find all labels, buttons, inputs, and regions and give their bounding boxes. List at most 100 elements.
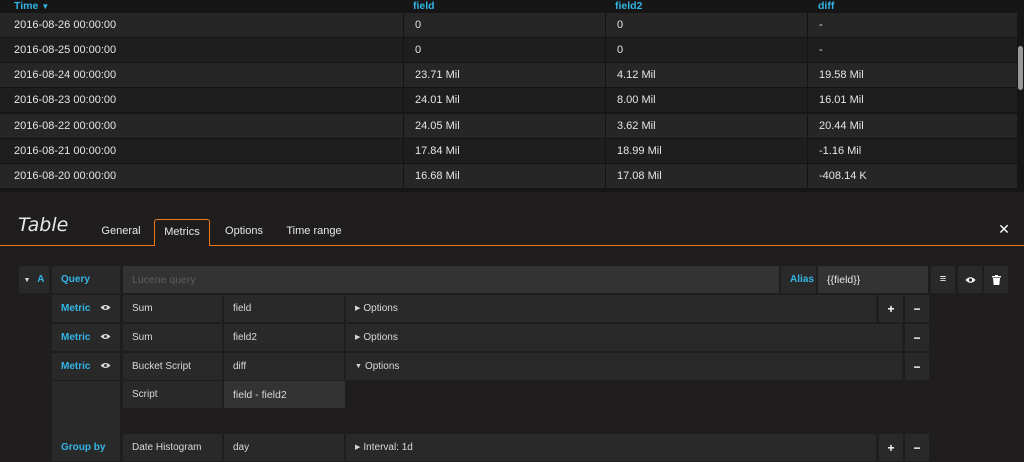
metric-options-toggle-1[interactable]: ▶ Options [346, 295, 876, 322]
metric-label-1: Metric [52, 295, 120, 322]
metric-label-3: Metric [52, 353, 120, 380]
minus-icon: − [913, 440, 921, 455]
table-cell-diff: -1.16 Mil [807, 139, 1017, 164]
tab-metrics[interactable]: Metrics [154, 219, 210, 246]
sort-desc-icon: ▼ [41, 2, 50, 11]
table-cell-time: 2016-08-24 00:00:00 [14, 69, 117, 81]
tab-time-range[interactable]: Time range [280, 219, 348, 246]
script-row-spacer [52, 381, 120, 435]
table-row: 2016-08-26 00:00:00 0 0 - [0, 13, 1017, 38]
query-label: Query [52, 266, 120, 293]
metric-type-select-1[interactable]: Sum [123, 295, 222, 322]
metric-field-select-2[interactable]: field2 [224, 324, 344, 351]
minus-icon: − [913, 359, 921, 374]
table-cell-time: 2016-08-21 00:00:00 [14, 145, 117, 157]
close-icon[interactable]: ✕ [997, 222, 1011, 236]
table-cell-diff: 19.58 Mil [807, 63, 1017, 88]
column-header-time[interactable]: Time ▼ [14, 0, 49, 13]
group-by-options-label: Interval: 1d [363, 442, 413, 453]
tab-options[interactable]: Options [216, 219, 272, 246]
column-header-field[interactable]: field [413, 0, 435, 13]
caret-right-icon: ▶ [355, 334, 361, 341]
data-table: Time ▼ field field2 diff 2016-08-26 00:00… [0, 0, 1024, 192]
plus-icon: + [887, 440, 895, 455]
script-label: Script [123, 381, 222, 408]
caret-right-icon: ▶ [355, 444, 361, 451]
metric-type-select-2[interactable]: Sum [123, 324, 222, 351]
minus-icon: − [913, 301, 921, 316]
alias-label-text: Alias [790, 274, 814, 285]
column-header-label: field2 [615, 0, 643, 12]
table-cell-field2: 18.99 Mil [605, 139, 807, 164]
metric-label-2: Metric [52, 324, 120, 351]
table-cell-time: 2016-08-26 00:00:00 [14, 19, 117, 31]
table-cell-field: 17.84 Mil [403, 139, 605, 164]
query-menu-button[interactable]: ≡ [931, 266, 955, 293]
remove-metric-button-1[interactable]: − [905, 295, 929, 322]
column-header-label: diff [818, 0, 835, 12]
table-cell-field2: 8.00 Mil [605, 88, 807, 113]
table-cell-diff: 20.44 Mil [807, 114, 1017, 139]
eye-icon[interactable] [100, 362, 111, 369]
table-row: 2016-08-25 00:00:00 0 0 - [0, 38, 1017, 63]
table-cell-field2: 3.62 Mil [605, 114, 807, 139]
metric-options-toggle-3[interactable]: ▼ Options [346, 353, 902, 380]
alias-input[interactable] [818, 266, 928, 293]
table-cell-field2: 0 [605, 13, 807, 38]
table-cell-field2: 0 [605, 38, 807, 63]
editor-title: Table [18, 214, 69, 236]
query-collapse-toggle[interactable]: ▼ A [19, 266, 49, 293]
add-group-by-button[interactable]: + [879, 434, 903, 461]
tab-general[interactable]: General [92, 219, 150, 246]
trash-icon [991, 274, 1001, 285]
table-row: 2016-08-23 00:00:00 24.01 Mil 8.00 Mil 1… [0, 88, 1017, 113]
table-cell-diff: 16.01 Mil [807, 88, 1017, 113]
group-by-label-text: Group by [61, 442, 106, 453]
eye-icon[interactable] [100, 333, 111, 340]
table-cell-diff: - [807, 38, 1017, 63]
metric-label-text: Metric [61, 332, 91, 343]
metric-options-toggle-2[interactable]: ▶ Options [346, 324, 902, 351]
table-row: 2016-08-22 00:00:00 24.05 Mil 3.62 Mil 2… [0, 114, 1017, 139]
group-by-label: Group by [52, 434, 120, 461]
remove-group-by-button[interactable]: − [905, 434, 929, 461]
table-scrollbar-track[interactable] [1017, 0, 1024, 192]
metric-label-text: Metric [61, 303, 91, 314]
group-by-field-select[interactable]: day [224, 434, 344, 461]
add-metric-button[interactable]: + [879, 295, 903, 322]
caret-down-icon: ▼ [355, 363, 362, 370]
eye-icon[interactable] [100, 304, 111, 311]
metric-field-select-3[interactable]: diff [224, 353, 344, 380]
table-cell-time: 2016-08-20 00:00:00 [14, 170, 117, 182]
table-cell-time: 2016-08-22 00:00:00 [14, 120, 117, 132]
table-header: Time ▼ field field2 diff [0, 0, 1017, 13]
metric-options-label: Options [363, 303, 398, 314]
column-header-field2[interactable]: field2 [615, 0, 642, 13]
chevron-down-icon: ▼ [23, 277, 31, 284]
metric-options-label: Options [363, 332, 398, 343]
metric-type-select-3[interactable]: Bucket Script [123, 353, 222, 380]
minus-icon: − [913, 330, 921, 345]
alias-label: Alias [781, 266, 816, 293]
group-by-options-toggle[interactable]: ▶ Interval: 1d [346, 434, 876, 461]
table-cell-field: 0 [403, 13, 605, 38]
table-scrollbar-thumb[interactable] [1018, 46, 1023, 90]
table-cell-diff: -408.14 K [807, 164, 1017, 189]
column-header-label: field [413, 0, 435, 12]
query-toggle-visibility-button[interactable] [958, 266, 982, 293]
column-header-diff[interactable]: diff [818, 0, 834, 13]
lucene-query-input[interactable] [123, 266, 779, 293]
group-by-type-select[interactable]: Date Histogram [123, 434, 222, 461]
table-cell-field: 24.01 Mil [403, 88, 605, 113]
query-ref-id: A [37, 274, 45, 285]
remove-metric-button-2[interactable]: − [905, 324, 929, 351]
table-cell-field2: 17.08 Mil [605, 164, 807, 189]
metric-label-text: Metric [61, 361, 91, 372]
remove-metric-button-3[interactable]: − [905, 353, 929, 380]
metric-options-label: Options [364, 361, 400, 372]
metric-field-select-1[interactable]: field [224, 295, 344, 322]
query-delete-button[interactable] [984, 266, 1008, 293]
hamburger-icon: ≡ [939, 273, 947, 285]
table-cell-diff: - [807, 13, 1017, 38]
script-input[interactable] [224, 381, 345, 408]
